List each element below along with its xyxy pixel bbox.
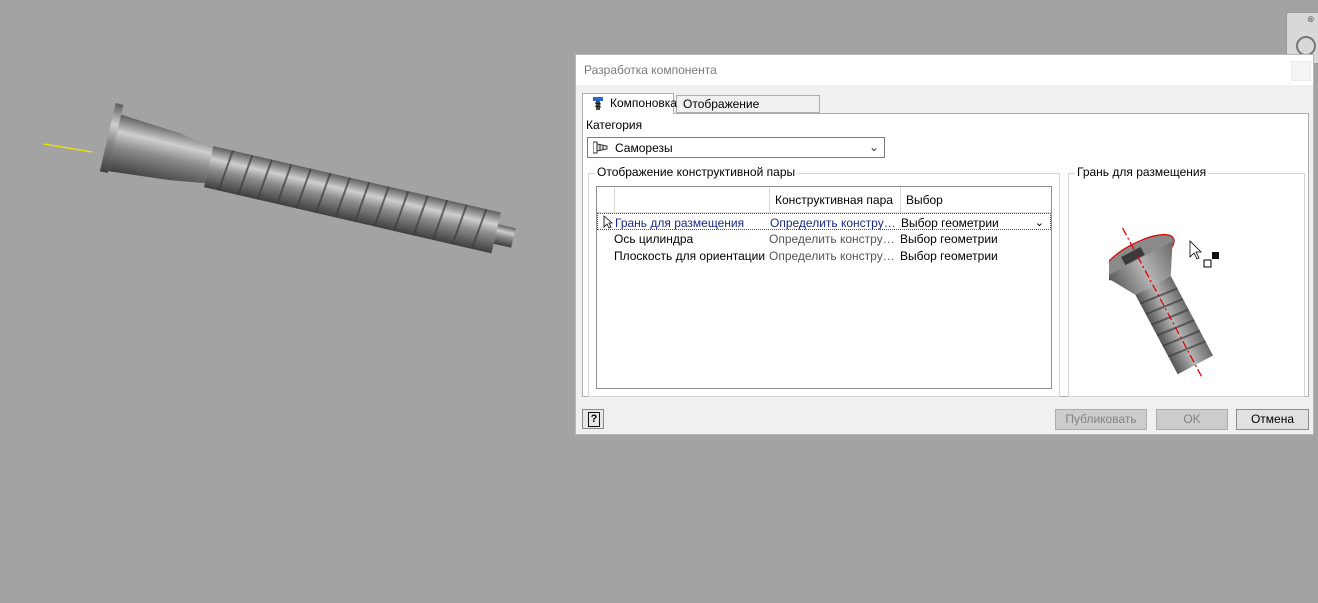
- cursor-arrow-icon: [603, 215, 613, 229]
- placement-face-group-title: Грань для размещения: [1075, 165, 1209, 179]
- screw-icon: [593, 97, 603, 110]
- axis-line-left: [43, 143, 93, 153]
- row-name: Плоскость для ориентации: [614, 249, 766, 263]
- close-button[interactable]: [1291, 61, 1311, 81]
- row-choice[interactable]: Выбор геометрии: [901, 216, 999, 230]
- row-pair[interactable]: Определить конструктивную пару: [769, 249, 900, 263]
- table-row[interactable]: Плоскость для ориентации Определить конс…: [597, 247, 1051, 264]
- tab-page-layout: Категория Саморезы ⌄ Отображение констру…: [582, 113, 1309, 397]
- column-header-choice[interactable]: Выбор: [906, 193, 943, 207]
- category-value: Саморезы: [615, 141, 673, 155]
- row-name: Грань для размещения: [615, 216, 745, 230]
- publish-button[interactable]: Публиковать: [1055, 409, 1147, 430]
- self-tapping-screw-icon: [593, 141, 608, 154]
- screw-preview-image: [1109, 227, 1219, 379]
- tab-parameter-display[interactable]: Отображение параметров: [676, 95, 820, 127]
- cursor-arrow-icon: [1189, 240, 1202, 260]
- table-row[interactable]: Грань для размещения Определить конструк…: [597, 213, 1051, 230]
- help-button[interactable]: ?: [582, 409, 604, 429]
- close-small-icon[interactable]: ⊗: [1307, 14, 1315, 25]
- table-header: Конструктивная пара Выбор: [597, 187, 1051, 213]
- row-name: Ось цилиндра: [614, 232, 694, 246]
- column-separator[interactable]: [614, 187, 615, 212]
- table-row[interactable]: Ось цилиндра Определить конструктивную п…: [597, 230, 1051, 247]
- dialog-title: Разработка компонента: [584, 63, 717, 77]
- cancel-button[interactable]: Отмена: [1236, 409, 1309, 430]
- column-separator[interactable]: [769, 187, 770, 212]
- title-bar[interactable]: Разработка компонента: [576, 55, 1313, 85]
- row-choice[interactable]: Выбор геометрии: [900, 232, 998, 246]
- screw-neck: [108, 114, 213, 184]
- ok-button[interactable]: OK: [1156, 409, 1228, 430]
- tab-layout[interactable]: Компоновка: [582, 93, 677, 114]
- screw-shank: [203, 146, 501, 254]
- constraint-pair-group-title: Отображение конструктивной пары: [595, 165, 798, 179]
- chevron-down-icon[interactable]: ⌄: [869, 140, 879, 154]
- category-label: Категория: [586, 118, 643, 132]
- column-header-pair[interactable]: Конструктивная пара: [775, 193, 893, 207]
- row-pair[interactable]: Определить конструктивную пару: [769, 232, 900, 246]
- row-choice[interactable]: Выбор геометрии: [900, 249, 998, 263]
- help-icon: ?: [588, 412, 600, 427]
- chevron-down-icon[interactable]: ⌄: [1035, 216, 1044, 229]
- constraint-pair-table[interactable]: Конструктивная пара Выбор Грань для разм…: [596, 186, 1052, 389]
- category-select[interactable]: Саморезы ⌄: [587, 137, 885, 158]
- placement-face-group: Грань для размещения: [1068, 165, 1305, 397]
- orbit-icon[interactable]: [1296, 36, 1316, 56]
- row-pair[interactable]: Определить конструктивную пару: [770, 216, 901, 230]
- tab-layout-label: Компоновка: [610, 96, 677, 110]
- column-separator[interactable]: [900, 187, 901, 212]
- constraint-pair-group: Отображение конструктивной пары Конструк…: [588, 165, 1060, 397]
- component-design-dialog: Разработка компонента Компоновка Отображ…: [575, 54, 1314, 435]
